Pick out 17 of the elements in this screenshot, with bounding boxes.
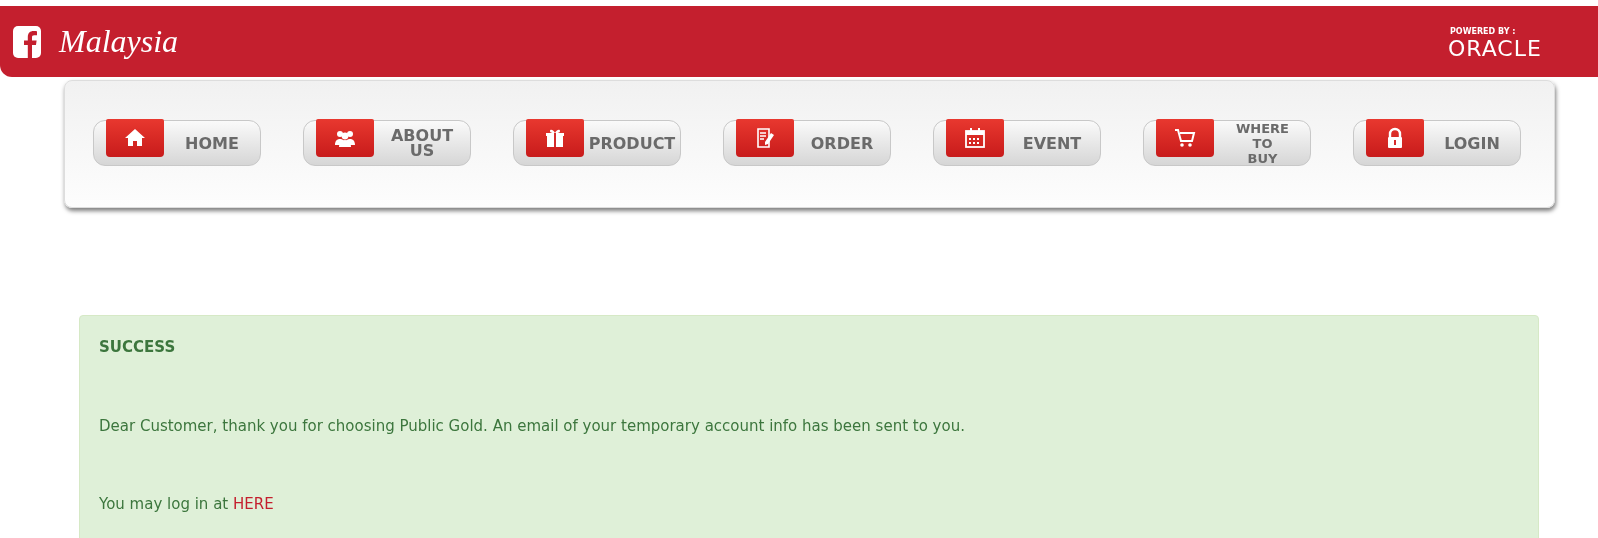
nav-button[interactable]: HOME [93, 120, 261, 166]
calendar-icon [963, 126, 987, 150]
alert-title: SUCCESS [99, 338, 177, 356]
nav-button[interactable]: PRODUCT [513, 120, 681, 166]
here-link[interactable]: HERE [233, 495, 274, 513]
nav-button[interactable]: ORDER [723, 120, 891, 166]
powered-by-label: POWERED BY : [1449, 26, 1517, 36]
nav-button[interactable]: ABOUT US [303, 120, 471, 166]
shopping-cart-icon [1173, 126, 1197, 150]
alert-message: Dear Customer, thank you for choosing Public Gold. An email of your temporary account info has been sent to you. [99, 417, 966, 435]
nav-button[interactable]: EVENT [933, 120, 1101, 166]
facebook-icon[interactable] [13, 25, 41, 58]
site-logo-text[interactable]: Malaysia [59, 23, 179, 60]
nav-button[interactable]: LOGIN [1353, 120, 1521, 166]
nav-button[interactable]: WHERE TO BUY [1143, 120, 1311, 166]
partner-logo-text: ORACLE [1448, 35, 1543, 61]
login-prompt-text: You may log in at [99, 495, 229, 513]
